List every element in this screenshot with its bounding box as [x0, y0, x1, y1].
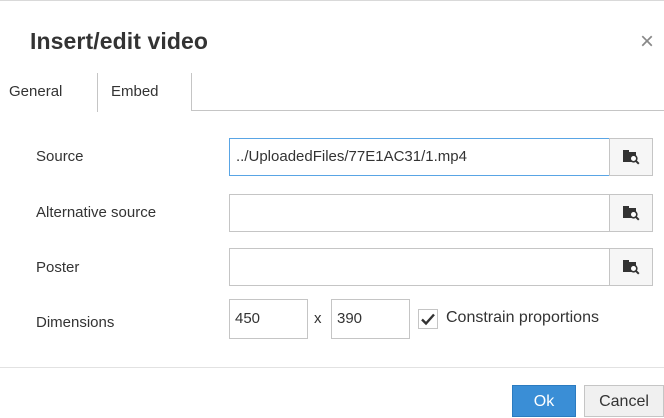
- width-input[interactable]: 450: [229, 299, 308, 339]
- height-input[interactable]: 390: [331, 299, 410, 339]
- alternative-source-browse-button[interactable]: [609, 194, 653, 232]
- constrain-proportions-checkbox[interactable]: [418, 309, 438, 329]
- cancel-button[interactable]: Cancel: [584, 385, 664, 417]
- tab-embed[interactable]: Embed: [98, 73, 192, 111]
- constrain-proportions-label[interactable]: Constrain proportions: [446, 309, 599, 327]
- dimensions-separator: x: [314, 310, 322, 327]
- dimensions-label: Dimensions: [36, 314, 115, 331]
- tab-general[interactable]: General: [0, 73, 98, 112]
- browse-folder-icon: [623, 206, 640, 221]
- poster-label: Poster: [36, 259, 80, 276]
- footer-divider: [0, 367, 664, 368]
- insert-edit-video-dialog: Insert/edit video × General Embed Source…: [0, 0, 664, 417]
- browse-folder-icon: [623, 260, 640, 275]
- checkmark-icon: [421, 313, 435, 326]
- browse-folder-icon: [623, 150, 640, 165]
- alternative-source-input[interactable]: [229, 194, 610, 232]
- source-input[interactable]: ../UploadedFiles/77E1AC31/1.mp4: [229, 138, 610, 176]
- close-icon[interactable]: ×: [640, 27, 664, 57]
- poster-input[interactable]: [229, 248, 610, 286]
- ok-button[interactable]: Ok: [512, 385, 576, 417]
- tab-bar: General Embed: [0, 73, 664, 112]
- poster-browse-button[interactable]: [609, 248, 653, 286]
- source-label: Source: [36, 148, 84, 165]
- source-browse-button[interactable]: [609, 138, 653, 176]
- alternative-source-label: Alternative source: [36, 204, 157, 221]
- dialog-title: Insert/edit video: [30, 28, 209, 54]
